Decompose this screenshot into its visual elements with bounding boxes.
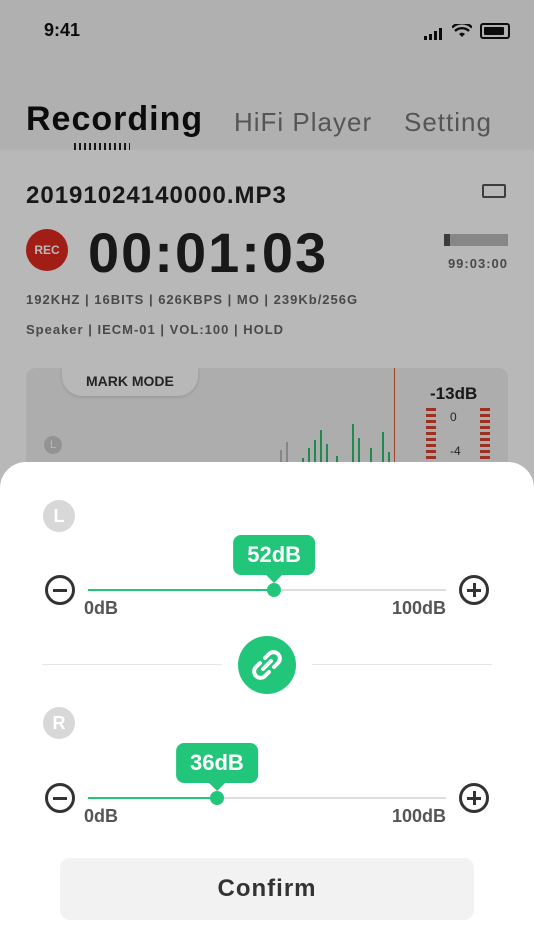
right-slider-knob[interactable] [209,791,224,805]
divider-left [42,664,222,665]
left-minus-icon[interactable] [45,575,75,605]
right-slider-fill [88,797,217,799]
right-max-label: 100dB [392,806,447,826]
link-icon [252,650,282,680]
right-plus-icon[interactable] [459,783,489,813]
divider-right [312,664,492,665]
left-plus-icon[interactable] [459,575,489,605]
left-min-label: 0dB [84,598,119,618]
left-value-bubble: 52dB [233,535,316,583]
left-slider-fill [88,589,275,591]
volume-sheet: L 52dB 0dB 100dB R 36dB 0dB 100dB Confir… [0,462,534,950]
left-slider-knob[interactable] [267,583,282,597]
right-minus-icon[interactable] [45,783,75,813]
right-min-label: 0dB [84,806,119,826]
channel-r-chip: R [43,707,75,739]
left-max-label: 100dB [392,598,447,618]
link-channels-button[interactable] [238,636,296,694]
right-value-bubble: 36dB [175,743,258,791]
channel-l-chip: L [43,500,75,532]
left-slider[interactable] [88,583,446,597]
right-slider[interactable] [88,791,446,805]
confirm-button[interactable]: Confirm [60,858,474,920]
